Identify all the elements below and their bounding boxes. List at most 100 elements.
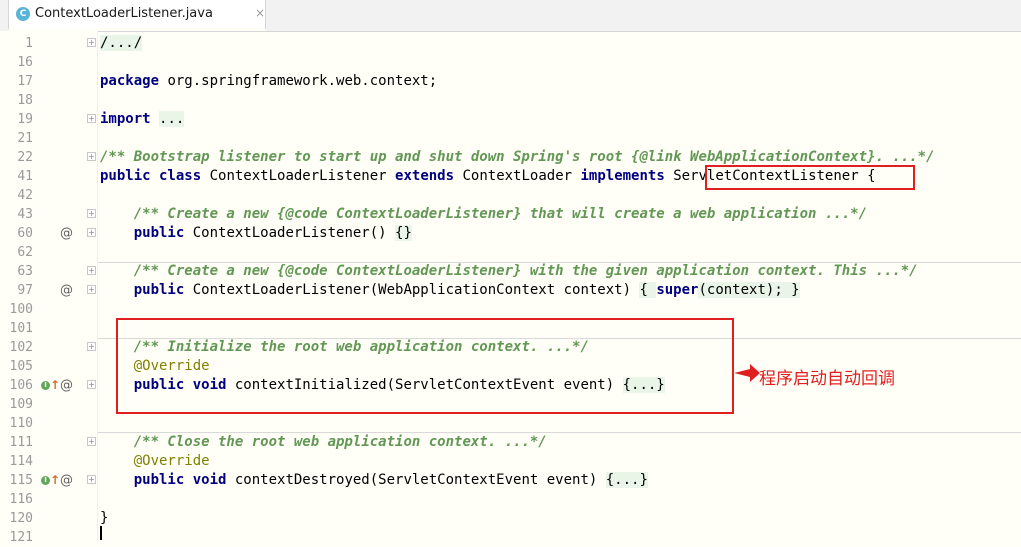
fold-toggle-icon[interactable]: +: [87, 209, 96, 218]
override-marker-icon[interactable]: @: [60, 471, 73, 490]
line-number: 43: [17, 207, 33, 222]
code-text[interactable]: import ...: [100, 110, 185, 129]
line-number: 97: [17, 283, 33, 298]
fold-toggle-icon[interactable]: +: [87, 266, 96, 275]
code-token: /** Create a new {@code ContextLoaderLis…: [133, 263, 918, 279]
line-number: 1: [25, 36, 33, 51]
highlight-box-servletcontextlistener: [705, 165, 915, 190]
code-line[interactable]: 110: [0, 414, 1021, 433]
fold-toggle-icon[interactable]: +: [87, 475, 96, 484]
fold-toggle-icon[interactable]: +: [87, 228, 96, 237]
code-token: org.springframework.web.context;: [159, 73, 438, 89]
method-separator: [98, 262, 1021, 263]
implements-marker-icon[interactable]: I: [41, 381, 50, 390]
code-line[interactable]: 114 @Override: [0, 452, 1021, 471]
arrow-right-icon: [734, 364, 760, 382]
code-token: /** Bootstrap listener to start up and s…: [100, 149, 935, 165]
line-number: 22: [17, 150, 33, 165]
code-line[interactable]: 100: [0, 300, 1021, 319]
code-token: ...: [159, 111, 185, 127]
line-number: 109: [9, 397, 33, 412]
code-token: ContextLoaderListener(): [184, 225, 396, 241]
overrides-up-arrow-icon[interactable]: ↑: [50, 376, 60, 395]
line-number: 115: [9, 473, 33, 488]
code-token: }: [100, 510, 109, 526]
code-line[interactable]: 21: [0, 129, 1021, 148]
code-token: /** Close the root web application conte…: [133, 434, 547, 450]
line-number: 111: [9, 435, 33, 450]
code-line[interactable]: 18: [0, 91, 1021, 110]
code-token: @Override: [133, 453, 210, 469]
tab-title: ContextLoaderListener.java: [35, 6, 213, 21]
code-line[interactable]: 115 I ↑ @ + public void contextDestroyed(Ser…: [0, 471, 1021, 490]
code-line[interactable]: 1 + /.../: [0, 34, 1021, 53]
line-number: 63: [17, 264, 33, 279]
code-token: /** Create a new {@code ContextLoaderLis…: [133, 206, 868, 222]
code-line[interactable]: 121: [0, 528, 1021, 547]
line-number: 110: [9, 416, 33, 431]
overrides-up-arrow-icon[interactable]: ↑: [50, 471, 60, 490]
override-marker-icon[interactable]: @: [60, 281, 73, 300]
code-line[interactable]: 97 @ + public ContextLoaderListener(WebApp…: [0, 281, 1021, 300]
code-token: import: [100, 111, 151, 127]
fold-toggle-icon[interactable]: +: [87, 38, 96, 47]
code-token: {: [639, 282, 657, 298]
code-line[interactable]: 19 + import ...: [0, 110, 1021, 129]
code-text[interactable]: public ContextLoaderListener(WebApplicat…: [100, 281, 800, 300]
code-line[interactable]: 116: [0, 490, 1021, 509]
code-token: public: [133, 225, 185, 241]
close-icon[interactable]: ×: [255, 6, 265, 20]
highlight-box-contextinitialized: [116, 318, 734, 414]
code-token: ContextLoaderListener(WebApplicationCont…: [184, 282, 640, 298]
code-token: extends: [395, 168, 455, 184]
text-caret: [100, 526, 102, 540]
fold-toggle-icon[interactable]: +: [87, 152, 96, 161]
line-number: 102: [9, 340, 33, 355]
fold-toggle-icon[interactable]: +: [87, 437, 96, 446]
code-token: (context); }: [698, 282, 800, 298]
code-token: ContextLoaderListener: [201, 168, 396, 184]
fold-toggle-icon[interactable]: +: [87, 114, 96, 123]
code-text[interactable]: package org.springframework.web.context;: [100, 72, 437, 91]
line-number: 121: [9, 530, 33, 545]
code-line[interactable]: 111 + /** Close the root web application …: [0, 433, 1021, 452]
code-line[interactable]: 62: [0, 243, 1021, 262]
code-token: implements: [580, 168, 665, 184]
code-token: {}: [395, 225, 412, 241]
fold-toggle-icon[interactable]: +: [87, 342, 96, 351]
code-line[interactable]: 120}: [0, 509, 1021, 528]
code-text[interactable]: public ContextLoaderListener() {}: [100, 224, 412, 243]
code-token: package: [100, 73, 160, 89]
line-number: 62: [17, 245, 33, 260]
implements-marker-icon[interactable]: I: [41, 476, 50, 485]
override-marker-icon[interactable]: @: [60, 376, 73, 395]
code-line[interactable]: 43 + /** Create a new {@code ContextLoade…: [0, 205, 1021, 224]
line-number: 106: [9, 378, 33, 393]
code-text[interactable]: /** Create a new {@code ContextLoaderLis…: [100, 262, 918, 281]
code-line[interactable]: 63 + /** Create a new {@code ContextLoade…: [0, 262, 1021, 281]
fold-toggle-icon[interactable]: +: [87, 380, 96, 389]
code-token: ContextLoader: [454, 168, 581, 184]
line-number: 18: [17, 93, 33, 108]
code-line[interactable]: 16: [0, 53, 1021, 72]
line-number: 101: [9, 321, 33, 336]
fold-toggle-icon[interactable]: +: [87, 285, 96, 294]
override-marker-icon[interactable]: @: [60, 224, 73, 243]
code-text[interactable]: /** Close the root web application conte…: [100, 433, 547, 452]
line-number: 17: [17, 74, 33, 89]
code-text[interactable]: @Override: [100, 452, 210, 471]
code-text[interactable]: /.../: [100, 34, 143, 53]
code-token: super: [656, 282, 699, 298]
line-number: 41: [17, 169, 33, 184]
code-token: /.../: [100, 35, 143, 51]
code-line[interactable]: 60 @ + public ContextLoaderListener() {}: [0, 224, 1021, 243]
code-text[interactable]: public void contextDestroyed(ServletCont…: [100, 471, 648, 490]
code-text[interactable]: /** Create a new {@code ContextLoaderLis…: [100, 205, 867, 224]
tab-contextloaderlistener[interactable]: C ContextLoaderListener.java ×: [8, 0, 266, 31]
line-number: 114: [9, 454, 33, 469]
code-line[interactable]: 17 package org.springframework.web.contex…: [0, 72, 1021, 91]
